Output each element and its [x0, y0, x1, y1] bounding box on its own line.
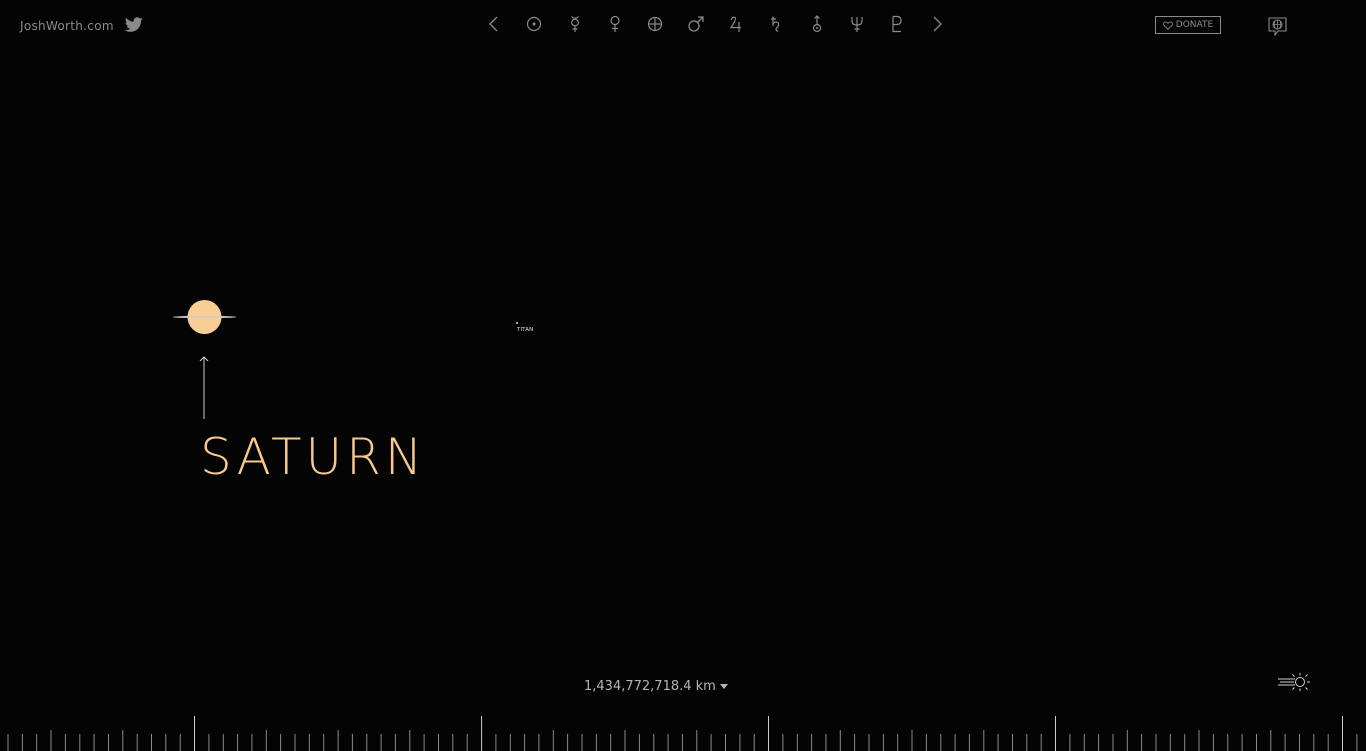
chevron-right-icon — [933, 16, 943, 32]
up-arrow-icon — [199, 356, 209, 419]
planet-name-heading: SATURN — [200, 428, 427, 486]
nav-saturn-button[interactable] — [756, 11, 796, 37]
venus-symbol-icon — [610, 15, 620, 32]
donate-button[interactable]: DONATE — [1155, 16, 1221, 34]
nav-uranus-button[interactable] — [796, 11, 836, 37]
nav-pluto-button[interactable] — [877, 11, 917, 37]
neptune-symbol-icon — [851, 17, 863, 32]
saturn-symbol-icon — [771, 16, 780, 33]
donate-label: DONATE — [1175, 20, 1214, 30]
distance-readout[interactable]: 1,434,772,718.4 km — [584, 679, 728, 694]
heart-outline-icon — [1162, 21, 1173, 30]
twitter-bird-icon[interactable] — [124, 17, 144, 33]
nav-earth-button[interactable] — [635, 11, 675, 37]
nav-neptune-button[interactable] — [837, 11, 877, 37]
mars-symbol-icon — [687, 16, 704, 32]
titan-moon-label: TITAN — [517, 327, 534, 333]
distance-ruler[interactable] — [0, 714, 1366, 751]
jupiter-symbol-icon — [729, 16, 741, 32]
site-link[interactable]: JoshWorth.com — [20, 19, 114, 33]
mercury-symbol-icon — [570, 16, 579, 32]
prev-planet-button[interactable] — [474, 11, 514, 37]
caret-down-icon — [719, 684, 728, 689]
nav-mars-button[interactable] — [675, 11, 715, 37]
nav-jupiter-button[interactable] — [716, 11, 756, 37]
saturn-planet — [172, 300, 237, 334]
distance-value: 1,434,772,718.4 km — [584, 679, 716, 694]
sun-symbol-icon — [527, 16, 542, 32]
pluto-symbol-icon — [892, 15, 902, 33]
chevron-left-icon — [489, 16, 498, 32]
lightspeed-sun-icon[interactable] — [1277, 671, 1311, 693]
nav-sun-button[interactable] — [514, 11, 554, 37]
globe-speech-icon[interactable] — [1267, 16, 1288, 37]
nav-venus-button[interactable] — [595, 11, 635, 37]
earth-symbol-icon — [648, 16, 663, 32]
next-planet-button[interactable] — [917, 11, 957, 37]
titan-moon — [516, 322, 518, 324]
planet-navigation — [474, 11, 958, 37]
uranus-symbol-icon — [812, 15, 821, 33]
nav-mercury-button[interactable] — [555, 11, 595, 37]
